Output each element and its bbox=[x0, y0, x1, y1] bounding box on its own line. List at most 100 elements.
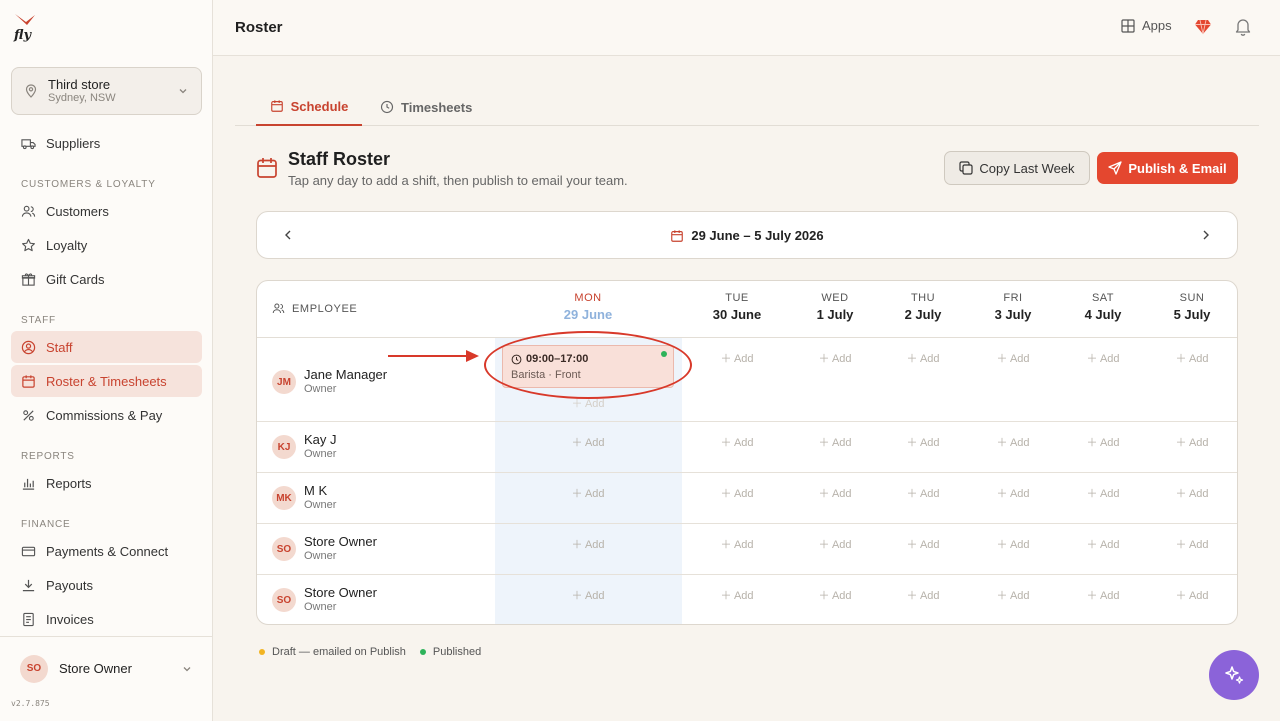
add-label: Add bbox=[1099, 488, 1120, 500]
add-label: Add bbox=[919, 488, 940, 500]
add-shift-button[interactable]: ＋ Add bbox=[1073, 536, 1133, 552]
add-shift-button[interactable]: ＋ Add bbox=[893, 587, 953, 603]
bar-chart-icon bbox=[22, 478, 35, 490]
sidebar-item-loyalty[interactable]: Loyalty bbox=[11, 229, 202, 261]
avatar: SO bbox=[20, 654, 48, 683]
add-label: Add bbox=[1099, 353, 1120, 365]
invoice-icon bbox=[23, 612, 34, 626]
sidebar-item-customers[interactable]: Customers bbox=[11, 195, 202, 227]
add-shift-button[interactable]: ＋ Add bbox=[558, 395, 618, 411]
ai-assistant-button[interactable] bbox=[1209, 650, 1259, 700]
page-title: Roster bbox=[235, 19, 283, 36]
add-label: Add bbox=[1188, 488, 1209, 500]
add-shift-button[interactable]: ＋ Add bbox=[1162, 350, 1222, 366]
sidebar-item-invoices[interactable]: Invoices bbox=[11, 603, 202, 635]
tab-timesheets[interactable]: Timesheets bbox=[380, 88, 472, 126]
add-shift-button[interactable]: ＋ Add bbox=[1162, 434, 1222, 450]
add-shift-button[interactable]: ＋ Add bbox=[983, 350, 1043, 366]
add-shift-button[interactable]: ＋ Add bbox=[707, 485, 767, 501]
add-shift-button[interactable]: ＋ Add bbox=[805, 485, 865, 501]
sidebar-item-payments-connect[interactable]: Payments & Connect bbox=[11, 535, 202, 567]
add-label: Add bbox=[1188, 353, 1209, 365]
add-shift-button[interactable]: ＋ Add bbox=[983, 536, 1043, 552]
week-navigator: 29 June – 5 July 2026 bbox=[256, 211, 1238, 259]
add-shift-button[interactable]: ＋ Add bbox=[1073, 350, 1133, 366]
tab-label: Schedule bbox=[290, 98, 349, 114]
add-shift-button[interactable]: ＋ Add bbox=[805, 350, 865, 366]
add-shift-button[interactable]: ＋ Add bbox=[1162, 587, 1222, 603]
copy-last-week-button[interactable]: Copy Last Week bbox=[944, 151, 1090, 185]
avatar: MK bbox=[272, 486, 296, 510]
sidebar-item-label: Loyalty bbox=[46, 237, 88, 253]
add-shift-button[interactable]: ＋ Add bbox=[1073, 434, 1133, 450]
user-menu[interactable]: SO Store Owner bbox=[0, 636, 213, 700]
add-shift-button[interactable]: ＋ Add bbox=[893, 434, 953, 450]
legend-dot-draft bbox=[259, 649, 265, 655]
employee-role: Owner bbox=[304, 448, 337, 461]
sidebar-item-label: Customers bbox=[46, 203, 109, 219]
add-label: Add bbox=[584, 398, 605, 410]
week-range[interactable]: 29 June – 5 July 2026 bbox=[257, 228, 1237, 243]
add-shift-button[interactable]: ＋ Add bbox=[983, 434, 1043, 450]
day-date: 4 July bbox=[1084, 307, 1122, 322]
legend-item-published: Published bbox=[419, 646, 481, 658]
bell-icon[interactable] bbox=[1234, 17, 1252, 36]
location-pin-icon bbox=[25, 84, 37, 98]
copy-label: Copy Last Week bbox=[979, 160, 1075, 176]
add-label: Add bbox=[919, 590, 940, 602]
day-date: 1 July bbox=[816, 307, 854, 322]
add-shift-button[interactable]: ＋ Add bbox=[558, 587, 618, 603]
avatar: KJ bbox=[272, 435, 296, 459]
shift-card[interactable]: 09:00–17:00 Barista · Front bbox=[502, 345, 674, 388]
sidebar-item-gift-cards[interactable]: Gift Cards bbox=[11, 263, 202, 295]
sidebar-item-payouts[interactable]: Payouts bbox=[11, 569, 202, 601]
add-label: Add bbox=[584, 590, 605, 602]
day-date: 3 July bbox=[994, 307, 1032, 322]
publish-email-button[interactable]: Publish & Email bbox=[1097, 152, 1238, 184]
calendar-icon bbox=[270, 100, 283, 112]
sidebar-item-label: Payments & Connect bbox=[46, 543, 169, 559]
add-label: Add bbox=[733, 539, 754, 551]
day-header-mon: MON 29 June bbox=[543, 292, 633, 322]
add-shift-button[interactable]: ＋ Add bbox=[1162, 536, 1222, 552]
add-shift-button[interactable]: ＋ Add bbox=[707, 536, 767, 552]
add-shift-button[interactable]: ＋ Add bbox=[1073, 485, 1133, 501]
employee-name: Kay J bbox=[304, 432, 337, 447]
day-header-fri: FRI 3 July bbox=[968, 292, 1058, 322]
sidebar-item-reports[interactable]: Reports bbox=[11, 467, 202, 499]
sidebar-item-roster-timesheets[interactable]: Roster & Timesheets bbox=[11, 365, 202, 397]
add-shift-button[interactable]: ＋ Add bbox=[558, 434, 618, 450]
add-shift-button[interactable]: ＋ Add bbox=[893, 350, 953, 366]
user-name: Store Owner bbox=[59, 661, 132, 676]
add-shift-button[interactable]: ＋ Add bbox=[983, 587, 1043, 603]
section-label-reports: REPORTS bbox=[21, 451, 75, 462]
add-shift-button[interactable]: ＋ Add bbox=[805, 536, 865, 552]
add-shift-button[interactable]: ＋ Add bbox=[1162, 485, 1222, 501]
add-shift-button[interactable]: ＋ Add bbox=[805, 587, 865, 603]
day-name: THU bbox=[910, 292, 936, 304]
sidebar-item-commissions-pay[interactable]: Commissions & Pay bbox=[11, 399, 202, 431]
percent-tag-icon bbox=[23, 409, 34, 421]
add-shift-button[interactable]: ＋ Add bbox=[558, 485, 618, 501]
store-selector[interactable]: Third store Sydney, NSW bbox=[11, 67, 202, 115]
add-shift-button[interactable]: ＋ Add bbox=[707, 587, 767, 603]
gem-icon[interactable] bbox=[1194, 18, 1212, 36]
day-header-thu: THU 2 July bbox=[878, 292, 968, 322]
sidebar-item-staff[interactable]: Staff bbox=[11, 331, 202, 363]
day-date: 29 June bbox=[563, 307, 613, 322]
add-shift-button[interactable]: ＋ Add bbox=[893, 485, 953, 501]
add-shift-button[interactable]: ＋ Add bbox=[707, 350, 767, 366]
add-shift-button[interactable]: ＋ Add bbox=[983, 485, 1043, 501]
sidebar-item-suppliers[interactable]: Suppliers bbox=[11, 127, 202, 159]
add-shift-button[interactable]: ＋ Add bbox=[558, 536, 618, 552]
table-row: MK M K Owner ＋ Add ＋ Add ＋ Add ＋ Add ＋ Ad… bbox=[257, 473, 1237, 524]
tab-schedule[interactable]: Schedule bbox=[256, 88, 362, 126]
add-label: Add bbox=[831, 353, 852, 365]
add-shift-button[interactable]: ＋ Add bbox=[805, 434, 865, 450]
add-shift-button[interactable]: ＋ Add bbox=[707, 434, 767, 450]
add-label: Add bbox=[733, 437, 754, 449]
chevron-right-icon[interactable] bbox=[1199, 228, 1213, 242]
apps-button[interactable]: Apps bbox=[1121, 18, 1172, 33]
add-shift-button[interactable]: ＋ Add bbox=[1073, 587, 1133, 603]
add-shift-button[interactable]: ＋ Add bbox=[893, 536, 953, 552]
